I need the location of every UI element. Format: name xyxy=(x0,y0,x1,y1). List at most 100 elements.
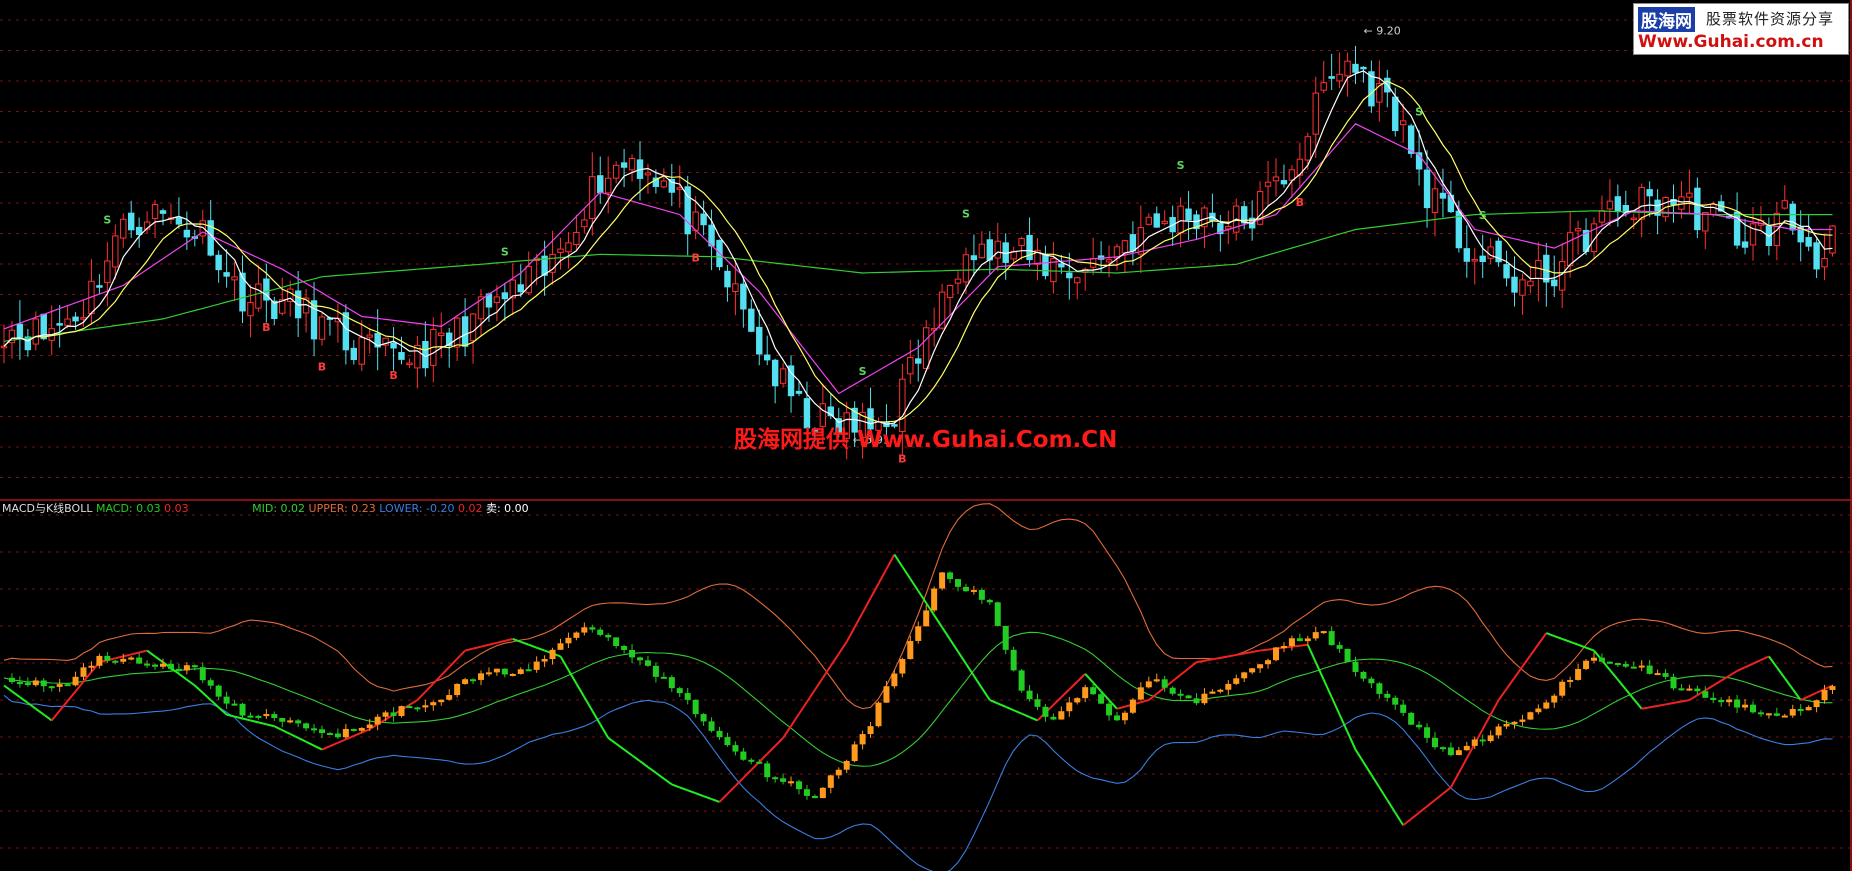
signal-segment xyxy=(583,696,594,712)
sell-signal: S xyxy=(1479,209,1487,222)
candle-body xyxy=(1694,187,1701,231)
macd-bar xyxy=(1050,716,1057,720)
macd-bar xyxy=(64,684,71,687)
signal-segment xyxy=(599,723,610,739)
macd-bar xyxy=(207,680,214,686)
signal-segment xyxy=(782,725,792,739)
candle-body xyxy=(1702,212,1709,232)
candle-body xyxy=(1519,279,1526,296)
boll-mid-line xyxy=(3,631,1833,767)
macd-bar xyxy=(1638,665,1645,668)
candle-body xyxy=(32,318,39,345)
macd-bar xyxy=(271,714,278,719)
candle-body xyxy=(350,347,358,361)
macd-bar xyxy=(565,637,572,644)
signal-segment xyxy=(1204,658,1213,662)
signal-segment xyxy=(1521,654,1532,668)
macd-bar xyxy=(1121,712,1128,721)
signal-segment xyxy=(337,738,347,744)
signal-segment xyxy=(1442,786,1452,795)
macd-bar xyxy=(915,626,922,641)
macd-bar xyxy=(1114,715,1120,721)
macd-bar xyxy=(962,586,969,592)
signal-segment xyxy=(997,702,1007,708)
macd-bar xyxy=(883,686,890,703)
macd-bar xyxy=(1424,727,1431,738)
macd-bar xyxy=(311,728,318,731)
macd-bar xyxy=(716,730,723,738)
buy-signal: B xyxy=(1296,196,1304,209)
macd-bar xyxy=(1829,686,1836,690)
candle-body xyxy=(1161,220,1168,225)
candle-body xyxy=(517,284,524,293)
macd-bar xyxy=(1336,645,1343,649)
candle-body xyxy=(1328,76,1335,79)
candle-body xyxy=(120,218,127,239)
signal-segment xyxy=(250,719,259,724)
macd-bar xyxy=(955,579,961,587)
macd-bar xyxy=(1233,678,1240,684)
macd-bar xyxy=(1821,689,1828,701)
candle-body xyxy=(255,283,262,309)
candle-body xyxy=(501,292,509,300)
signal-segment xyxy=(1386,799,1397,814)
macd-bar xyxy=(1702,691,1709,698)
macd-bar xyxy=(366,724,373,728)
candle-body xyxy=(581,219,588,228)
macd-bar xyxy=(1471,739,1478,746)
signal-segment xyxy=(615,742,625,751)
macd-bar xyxy=(1034,699,1041,707)
signal-segment xyxy=(273,725,283,732)
macd-bar xyxy=(613,637,620,647)
macd-bar xyxy=(1710,697,1717,701)
macd-bar xyxy=(326,733,333,736)
macd-bar xyxy=(1686,688,1693,691)
signal-segment xyxy=(631,754,641,763)
macd-bar xyxy=(1129,699,1136,713)
macd-bar xyxy=(859,734,866,745)
signal-segment xyxy=(456,649,466,660)
buy-signal: B xyxy=(262,321,270,334)
signal-segment xyxy=(1434,792,1444,801)
candle-body xyxy=(1503,264,1510,279)
candle-body xyxy=(1407,125,1415,154)
macd-bar xyxy=(796,781,802,790)
macd-bar xyxy=(438,699,445,703)
guhai-logo-badge: 股海网 股票软件资源分享 Www.Guhai.com.cn xyxy=(1633,3,1849,55)
candle-body xyxy=(1137,227,1145,255)
macd-bar xyxy=(1583,660,1590,670)
candle-body xyxy=(946,284,954,299)
signal-segment xyxy=(194,684,204,694)
candle-body xyxy=(1272,176,1280,182)
macd-bar xyxy=(1042,706,1049,717)
macd-bar xyxy=(947,572,954,580)
candle-body xyxy=(1821,257,1828,268)
macd-bar xyxy=(191,665,198,668)
sell-signal: S xyxy=(962,207,970,220)
signal-segment xyxy=(861,597,872,614)
signal-segment xyxy=(1609,669,1619,681)
signal-segment xyxy=(266,723,275,728)
macd-bar xyxy=(1535,708,1542,713)
indicator-legend: MACD与K线BOLL MACD: 0.03 0.03 MID: 0.02 UP… xyxy=(2,501,529,515)
macd-bar xyxy=(644,660,651,666)
candle-body xyxy=(1551,279,1558,287)
macd-bar xyxy=(199,667,206,681)
macd-bar xyxy=(1750,704,1756,713)
signal-segment xyxy=(1673,700,1682,704)
macd-bar xyxy=(732,745,739,752)
macd-bar xyxy=(390,712,397,716)
macd-bar xyxy=(1400,704,1407,713)
signal-segment xyxy=(1712,679,1722,687)
signal-segment xyxy=(416,691,427,701)
signal-segment xyxy=(663,777,673,786)
macd-bar xyxy=(470,679,477,682)
legend-item: 0.02 xyxy=(458,502,486,515)
signal-segment xyxy=(1346,731,1357,750)
macd-bar xyxy=(581,627,588,633)
candle-body xyxy=(1344,60,1351,77)
candle-body xyxy=(565,242,572,253)
candle-body xyxy=(1392,96,1399,132)
signal-segment xyxy=(671,783,681,789)
candle-body xyxy=(1288,169,1296,181)
